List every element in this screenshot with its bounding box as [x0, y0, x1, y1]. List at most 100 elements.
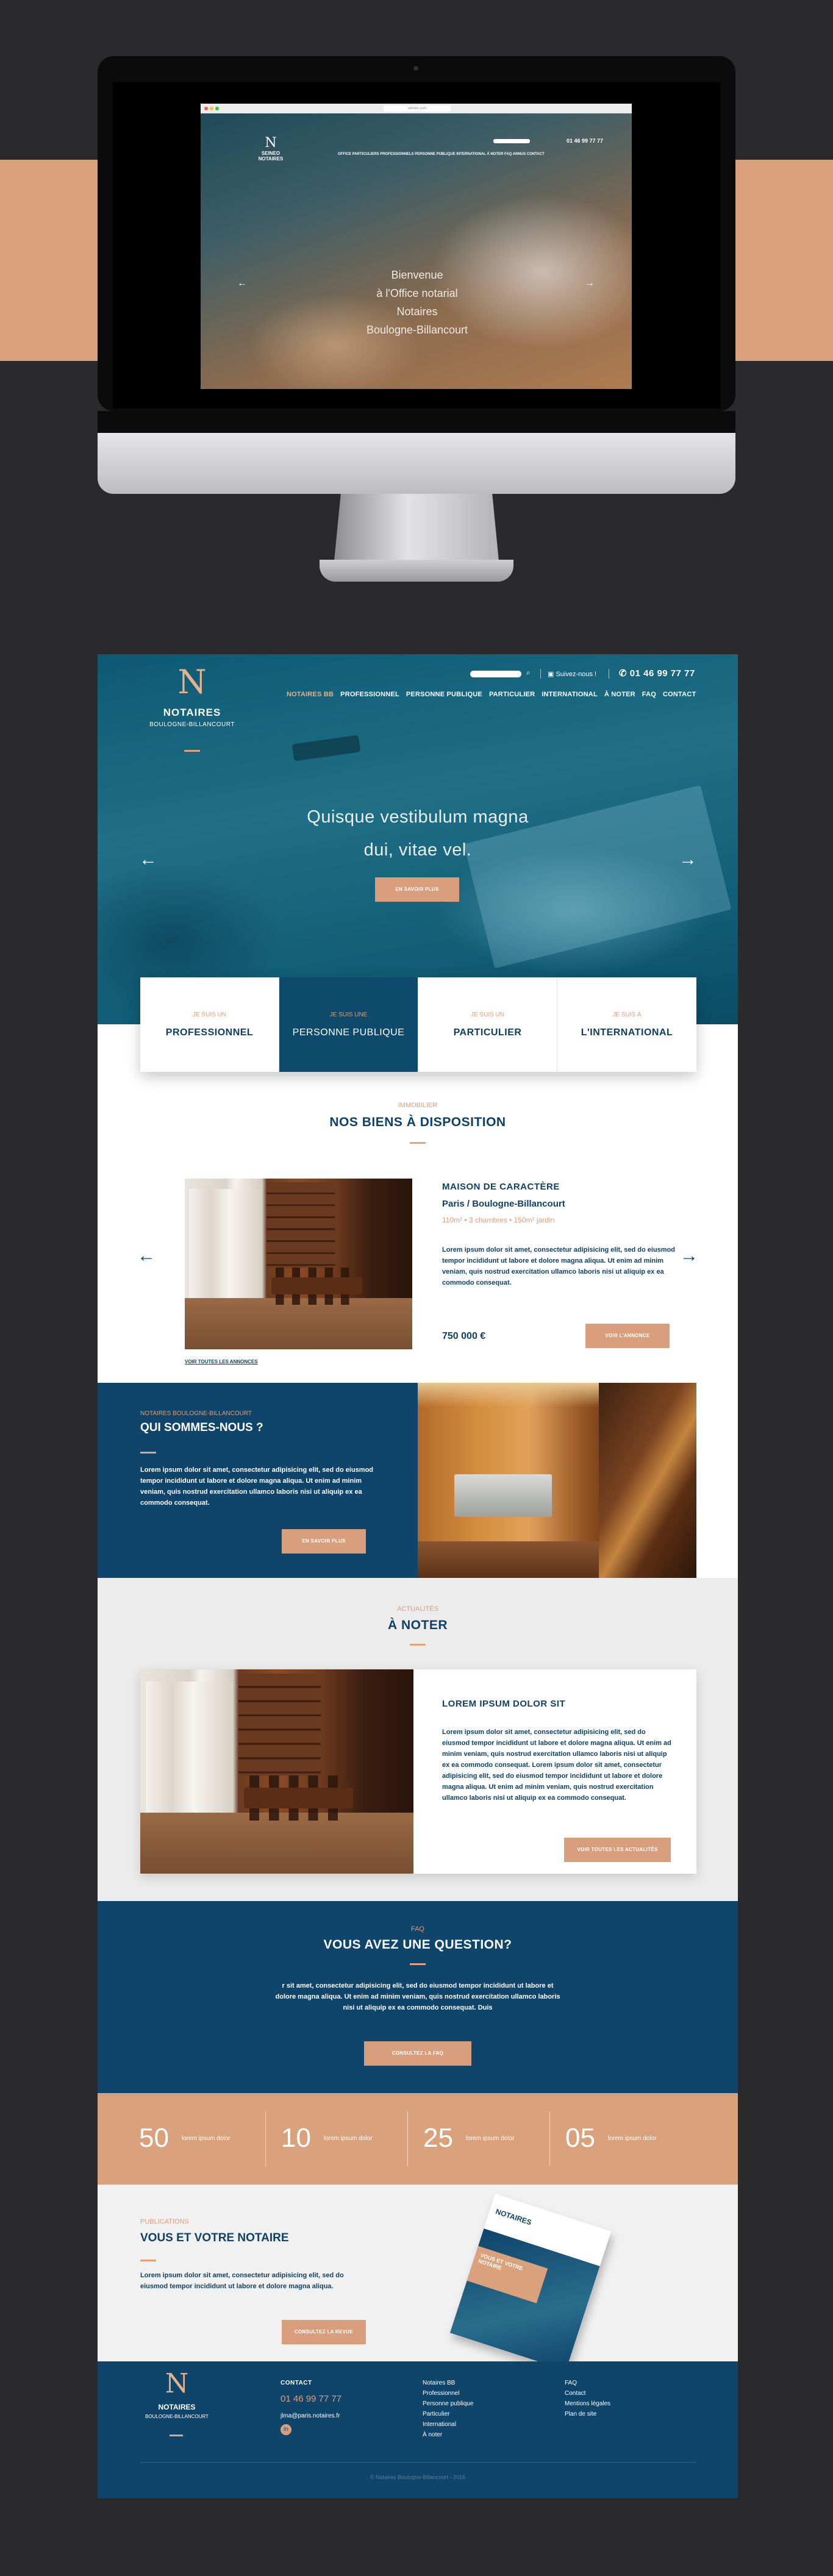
nav-item-particulier[interactable]: PARTICULIER [489, 691, 535, 698]
listings-title-bar [410, 1142, 426, 1144]
preview-hero-line: Boulogne-Billancourt [366, 324, 468, 336]
social-icon[interactable]: in [281, 2424, 291, 2435]
footer-link[interactable]: Mentions légales [565, 2400, 610, 2407]
nav-item-professionnel[interactable]: PROFESSIONNEL [340, 691, 399, 698]
property-description: Lorem ipsum dolor sit amet, consectetur … [442, 1246, 676, 1286]
footer-email[interactable]: jlma@paris.notaires.fr [281, 2413, 340, 2419]
property-features: 110m² • 3 chambres • 150m² jardin [442, 1216, 555, 1224]
stat-label: lorem ipsum dolor [466, 2135, 515, 2142]
magazine-title: NOTAIRES [494, 2207, 533, 2227]
close-dot-icon[interactable] [204, 107, 208, 110]
card-international[interactable]: JE SUIS À L'INTERNATIONAL [557, 977, 696, 1072]
logo-title[interactable]: NOTAIRES [134, 707, 250, 719]
news-photo[interactable] [140, 1669, 413, 1874]
browser-toolbar: seineo.com [201, 104, 632, 113]
preview-hero-line: Bienvenue [391, 269, 443, 281]
header-phone[interactable]: ✆ 01 46 99 77 77 [619, 668, 695, 679]
footer-link[interactable]: Professionnel [423, 2390, 460, 2397]
photo-table [244, 1788, 354, 1808]
office-photo [418, 1383, 696, 1578]
listings-kicker: IMMOBILIER [398, 1102, 438, 1109]
website-mockup: N NOTAIRES BOULOGNE-BILLANCOURT ⌕ ▣ Suiv… [98, 654, 738, 2498]
faq-title: VOUS AVEZ UNE QUESTION? [323, 1938, 512, 1952]
listing-prev-arrow-icon[interactable]: ← [137, 1246, 156, 1266]
audience-cards: JE SUIS UN PROFESSIONNEL JE SUIS UNE PER… [140, 977, 696, 1072]
card-kicker: JE SUIS UNE [329, 1011, 368, 1018]
magazine-cover[interactable]: NOTAIRES VOUS ET VOTRE NOTAIRE [449, 2193, 612, 2371]
logo-mark[interactable]: N [174, 664, 210, 701]
footer-link[interactable]: FAQ [565, 2380, 577, 2386]
hero-next-arrow-icon[interactable]: → [679, 849, 697, 870]
photo-window [145, 1682, 234, 1817]
property-photo[interactable] [185, 1179, 412, 1349]
listings-title: NOS BIENS À DISPOSITION [329, 1115, 506, 1129]
footer-link[interactable]: Notaires BB [423, 2380, 455, 2386]
preview-hero: N SEINEO NOTAIRES 01 46 99 77 77 OFFICE … [201, 113, 632, 389]
faq-button[interactable]: CONSULTEZ LA FAQ [364, 2041, 471, 2066]
publications-kicker: PUBLICATIONS [140, 2218, 189, 2225]
footer-phone[interactable]: 01 46 99 77 77 [281, 2394, 341, 2404]
hero-more-button[interactable]: EN SAVOIR PLUS [375, 877, 459, 902]
preview-search-input[interactable] [493, 139, 530, 143]
magazine-button[interactable]: CONSULTEZ LA REVUE [282, 2320, 366, 2344]
photo-table [271, 1277, 362, 1295]
listing-next-arrow-icon[interactable]: → [680, 1246, 698, 1266]
news-title: À NOTER [388, 1618, 448, 1632]
maximize-dot-icon[interactable] [215, 107, 219, 110]
preview-arrow-left-icon[interactable]: ← [237, 278, 247, 289]
footer-link[interactable]: Particulier [423, 2411, 449, 2417]
nav-item-international[interactable]: INTERNATIONAL [542, 691, 598, 698]
address-bar[interactable]: seineo.com [384, 105, 451, 112]
photo-marble-wall [599, 1383, 696, 1578]
card-title: L'INTERNATIONAL [581, 1027, 673, 1038]
hero-prev-arrow-icon[interactable]: ← [139, 849, 157, 870]
search-icon[interactable]: ⌕ [526, 668, 531, 677]
nav-item-notaires-bb[interactable]: NOTAIRES BB [287, 691, 334, 698]
faq-text: r sit amet, consectetur adipisicing elit… [275, 1982, 560, 2011]
imac-stand [334, 494, 499, 561]
right-accent-band [735, 160, 833, 361]
news-title-bar [410, 1644, 426, 1646]
card-title: PARTICULIER [453, 1027, 522, 1038]
publications-title: VOUS ET VOTRE NOTAIRE [140, 2232, 289, 2244]
property-price: 750 000 € [442, 1331, 486, 1341]
nav-item-faq[interactable]: FAQ [642, 691, 656, 698]
nav-item-personne-publique[interactable]: PERSONNE PUBLIQUE [406, 691, 482, 698]
preview-arrow-right-icon[interactable]: → [585, 278, 595, 289]
search-input[interactable] [470, 671, 521, 677]
nav-item-a-noter[interactable]: À NOTER [604, 691, 635, 698]
all-news-button[interactable]: VOIR TOUTES LES ACTUALITÉS [564, 1838, 671, 1862]
left-accent-band [0, 160, 98, 361]
footer-link[interactable]: Personne publique [423, 2400, 473, 2407]
view-listing-button[interactable]: VOIR L'ANNONCE [585, 1324, 670, 1348]
all-listings-link[interactable]: VOIR TOUTES LES ANNONCES [185, 1359, 258, 1365]
footer-link[interactable]: Plan de site [565, 2411, 596, 2417]
footer-link[interactable]: Contact [565, 2390, 585, 2397]
card-particulier[interactable]: JE SUIS UN PARTICULIER [418, 977, 557, 1072]
about-title: QUI SOMMES-NOUS ? [140, 1421, 263, 1434]
browser-window: seineo.com N SEINEO NOTAIRES 01 46 99 77… [201, 104, 632, 389]
footer-link[interactable]: À noter [423, 2432, 442, 2438]
photo-shelves [266, 1182, 335, 1268]
card-professionnel[interactable]: JE SUIS UN PROFESSIONNEL [140, 977, 279, 1072]
minimize-dot-icon[interactable] [210, 107, 213, 110]
hero-headline: Quisque vestibulum magna dui, vitae vel. [274, 801, 561, 866]
news-section: ACTUALITÉS À NOTER LOREM IPSUM DOLOR SIT… [98, 1578, 738, 1901]
footer-logo-mark[interactable]: N [159, 2369, 195, 2399]
social-link[interactable]: ▣ Suivez-nous ! [548, 670, 596, 678]
news-card-title: LOREM IPSUM DOLOR SIT [442, 1699, 566, 1709]
photo-floor [140, 1812, 413, 1874]
phone-icon: ✆ [619, 668, 627, 679]
footer-link[interactable]: International [423, 2421, 456, 2428]
main-nav: NOTAIRES BB PROFESSIONNEL PERSONNE PUBLI… [287, 691, 703, 698]
about-more-button[interactable]: EN SAVOIR PLUS [282, 1529, 366, 1554]
nav-item-contact[interactable]: CONTACT [663, 691, 696, 698]
photo-reception-desk [454, 1474, 552, 1517]
about-title-bar [140, 1452, 156, 1454]
card-personne-publique[interactable]: JE SUIS UNE PERSONNE PUBLIQUE [279, 977, 418, 1072]
card-title: PERSONNE PUBLIQUE [292, 1027, 405, 1038]
social-link-label: Suivez-nous ! [556, 671, 597, 678]
preview-logo-mark: N [265, 135, 277, 151]
hero-line-1: Quisque vestibulum magna [307, 807, 529, 827]
faq-section: FAQ VOUS AVEZ UNE QUESTION? r sit amet, … [98, 1901, 738, 2093]
